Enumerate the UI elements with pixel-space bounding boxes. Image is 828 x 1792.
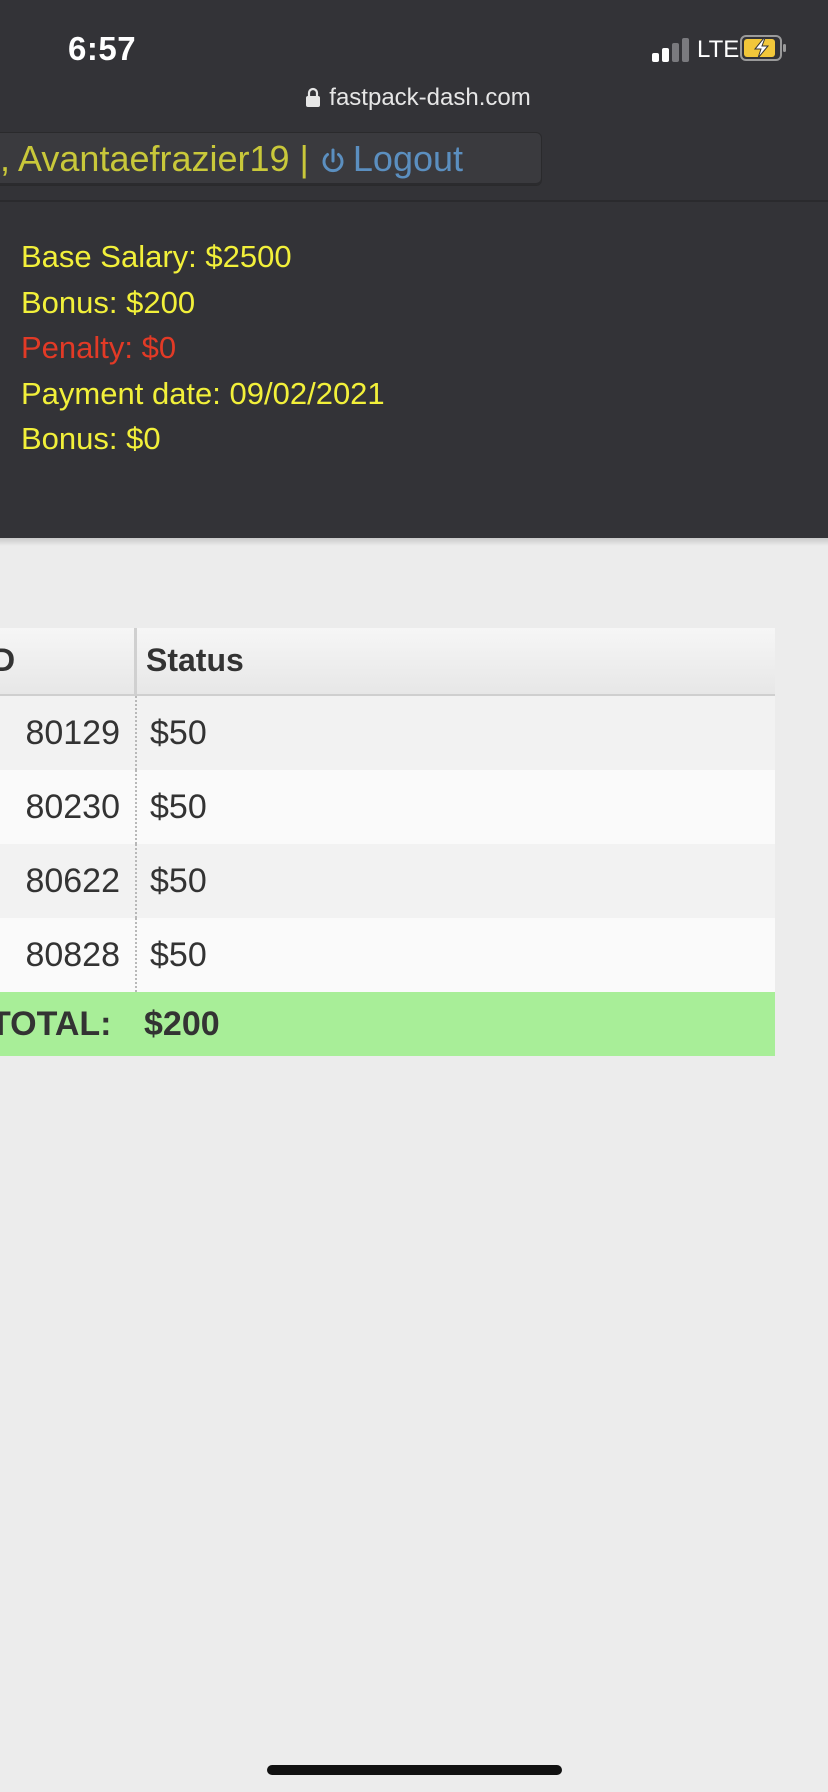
- cell-divider: [135, 844, 137, 918]
- logout-link[interactable]: Logout: [353, 138, 463, 180]
- table-row: 80230 $50: [0, 770, 775, 844]
- greeting-text: llo, Avantaefrazier19: [0, 138, 290, 179]
- penalty: Penalty: $0: [21, 330, 177, 365]
- home-indicator[interactable]: [267, 1765, 562, 1775]
- table-header: D Status: [0, 628, 775, 696]
- row-id: 80828: [25, 936, 120, 974]
- row-value: $50: [150, 936, 207, 974]
- battery-charging-icon: [740, 35, 786, 61]
- column-divider: [134, 628, 137, 694]
- address-bar[interactable]: fastpack-dash.com: [0, 84, 828, 124]
- row-id: 80622: [25, 862, 120, 900]
- payment-date: Payment date: 09/02/2021: [21, 375, 385, 411]
- row-id: 80230: [25, 788, 120, 826]
- row-value: $50: [150, 788, 207, 826]
- total-label: TOTAL:: [0, 1005, 112, 1043]
- network-type: LTE: [697, 36, 740, 63]
- bonus-total: Bonus: $200: [21, 284, 196, 320]
- header-divider: [0, 200, 828, 202]
- cell-divider: [135, 770, 137, 844]
- status-bar: 6:57 LTE: [0, 0, 828, 92]
- salary-summary: Base Salary: $2500 Bonus: $200 Penalty: …: [21, 234, 385, 462]
- table-row: 80828 $50: [0, 918, 775, 992]
- signal-icon: [652, 38, 692, 62]
- top-panel: 6:57 LTE fastpack-dash.com llo, Avantaef…: [0, 0, 828, 538]
- total-row: TOTAL: $200: [0, 992, 775, 1056]
- lock-icon: [306, 87, 321, 107]
- table-row: 80129 $50: [0, 696, 775, 770]
- url-text: fastpack-dash.com: [329, 84, 531, 111]
- cell-divider: [135, 696, 137, 770]
- status-time: 6:57: [68, 30, 137, 67]
- base-salary: Base Salary: $2500: [21, 239, 292, 274]
- row-value: $50: [150, 862, 207, 900]
- power-icon[interactable]: [319, 147, 347, 175]
- user-bar: llo, Avantaefrazier19 | Logout: [0, 132, 542, 186]
- column-header-status[interactable]: Status: [146, 642, 244, 679]
- row-value: $50: [150, 714, 207, 752]
- panel-shadow: [0, 538, 828, 546]
- greeting-separator: |: [299, 138, 309, 179]
- table-row: 80622 $50: [0, 844, 775, 918]
- column-header-id[interactable]: D: [0, 642, 15, 679]
- total-value: $200: [144, 1005, 220, 1043]
- row-id: 80129: [25, 714, 120, 752]
- bonus-table: D Status 80129 $50 80230 $50 80622 $50 8…: [0, 628, 775, 1056]
- bonus-extra: Bonus: $0: [21, 421, 161, 456]
- cell-divider: [135, 918, 137, 992]
